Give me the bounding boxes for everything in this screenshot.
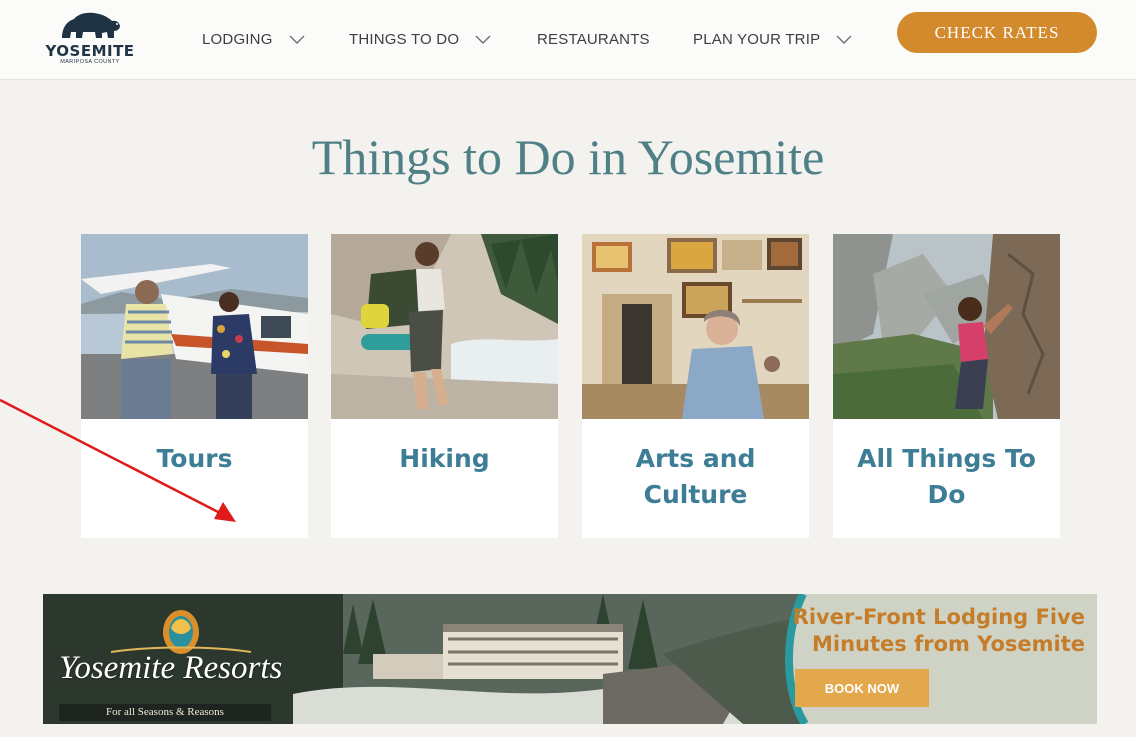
card-hiking[interactable]: Hiking — [331, 234, 558, 538]
logo-wordmark: YOSEMITE — [45, 42, 135, 60]
page-title: Things to Do in Yosemite — [311, 129, 825, 185]
card-tours[interactable]: Tours — [81, 234, 308, 538]
nav-things-to-do-label: THINGS TO DO — [349, 30, 460, 48]
chevron-down-icon — [289, 35, 305, 44]
card-all-things-to-do-label: All Things To Do — [857, 444, 1036, 509]
nav-plan-your-trip-label: PLAN YOUR TRIP — [693, 30, 821, 48]
check-rates-button[interactable]: CHECK RATES — [897, 12, 1097, 53]
nav-plan-your-trip[interactable]: PLAN YOUR TRIP — [693, 29, 852, 49]
book-now-button[interactable]: BOOK NOW — [795, 669, 929, 707]
card-all-things-to-do[interactable]: All Things To Do — [833, 234, 1060, 538]
tour-plane-photo — [81, 234, 308, 419]
bear-logo-icon — [62, 12, 120, 38]
rock-climber-photo — [833, 234, 1060, 419]
nav-restaurants-label: RESTAURANTS — [537, 30, 650, 48]
site-logo[interactable]: YOSEMITE MARIPOSA COUNTY — [44, 8, 136, 68]
logo-subline: MARIPOSA COUNTY — [60, 59, 120, 65]
site-header: YOSEMITE MARIPOSA COUNTY LODGING THINGS … — [0, 0, 1136, 80]
nav-things-to-do[interactable]: THINGS TO DO — [349, 29, 491, 49]
nav-lodging[interactable]: LODGING — [202, 29, 305, 49]
card-hiking-label: Hiking — [399, 444, 490, 473]
nav-lodging-label: LODGING — [202, 30, 273, 48]
chevron-down-icon — [475, 35, 491, 44]
banner-brand-name: Yosemite Resorts — [59, 650, 283, 686]
banner-headline: River-Front Lodging Five Minutes from Yo… — [792, 605, 1085, 656]
nav-restaurants[interactable]: RESTAURANTS — [537, 29, 650, 49]
banner-tagline: For all Seasons & Reasons — [59, 704, 271, 721]
hiker-waterfall-photo — [331, 234, 558, 419]
artist-studio-photo — [582, 234, 809, 419]
yosemite-resorts-banner-ad[interactable]: Yosemite Resorts For all Seasons & Reaso… — [43, 594, 1097, 724]
card-tours-label: Tours — [156, 444, 233, 473]
card-arts-and-culture-label: Arts and Culture — [635, 444, 756, 509]
chevron-down-icon — [836, 35, 852, 44]
card-arts-and-culture[interactable]: Arts and Culture — [582, 234, 809, 538]
